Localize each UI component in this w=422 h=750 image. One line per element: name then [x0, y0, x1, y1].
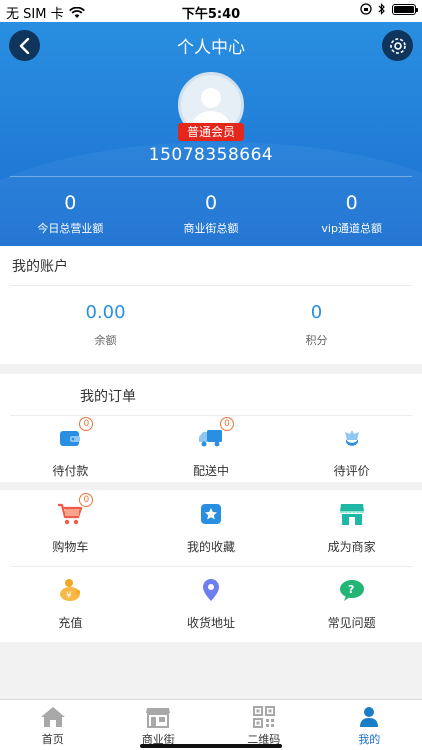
- my-account-section: 我的账户 0.00 余额 0 积分: [0, 246, 422, 364]
- review-icon: [344, 430, 359, 446]
- become-merchant-entry[interactable]: 成为商家: [281, 500, 422, 555]
- home-icon: [40, 707, 65, 727]
- tab-home[interactable]: 首页: [0, 700, 106, 750]
- member-level-badge: 普通会员: [178, 123, 244, 141]
- battery-icon: [392, 3, 418, 15]
- favorites-icon: [201, 504, 221, 524]
- delivery-truck-icon: [199, 430, 222, 447]
- stat-street-total[interactable]: 0 商业街总额: [141, 192, 282, 236]
- qr-code-icon: [252, 706, 275, 728]
- shipping-address-entry[interactable]: 收货地址: [141, 576, 282, 631]
- revenue-stats: 0 今日总营业额 0 商业街总额 0 vip通道总额: [0, 192, 422, 236]
- tab-mine[interactable]: 我的: [317, 700, 422, 750]
- tab-shop-street[interactable]: 商业街: [106, 700, 212, 750]
- favorites-entry[interactable]: 我的收藏: [141, 500, 282, 555]
- services-grid: 0 购物车 我的收藏 成为商家 ¥ 充值 收货地址 ? 常见问题: [0, 490, 422, 642]
- recharge-entry[interactable]: ¥ 充值: [0, 576, 141, 631]
- section-title[interactable]: 我的订单: [80, 386, 136, 406]
- profile-header: 个人中心 普通会员 15078358664 0 今日总营业额 0 商业街总额 0…: [0, 22, 422, 246]
- points-item[interactable]: 0 积分: [211, 302, 422, 348]
- shop-street-icon: [146, 708, 171, 728]
- page-title: 个人中心: [177, 38, 245, 58]
- order-delivering[interactable]: 0 配送中: [141, 417, 282, 479]
- order-pending-payment[interactable]: 0 待付款: [0, 417, 141, 479]
- bluetooth-icon: [378, 3, 385, 15]
- status-time: 下午5:40: [181, 7, 241, 22]
- phone-number: 15078358664: [148, 145, 274, 165]
- stat-today-revenue[interactable]: 0 今日总营业额: [0, 192, 141, 236]
- store-icon: [339, 504, 364, 525]
- gear-icon: [389, 37, 406, 54]
- settings-button[interactable]: [382, 30, 413, 61]
- piggy-bank-icon: ¥: [60, 579, 81, 601]
- bottom-tab-bar: 首页 商业街 二维码 我的: [0, 699, 422, 750]
- shopping-cart-icon: [58, 503, 83, 525]
- count-badge: 0: [220, 417, 234, 431]
- location-pin-icon: [203, 579, 219, 601]
- tab-qr-code[interactable]: 二维码: [211, 700, 317, 750]
- status-bar: 无 SIM 卡 下午5:40: [0, 0, 422, 22]
- faq-icon: ?: [339, 580, 364, 601]
- count-badge: 0: [79, 417, 94, 431]
- count-badge: 0: [79, 493, 94, 507]
- stat-vip-total[interactable]: 0 vip通道总额: [281, 192, 422, 236]
- faq-entry[interactable]: ? 常见问题: [281, 576, 422, 631]
- orientation-lock-icon: [360, 3, 372, 15]
- shopping-cart-entry[interactable]: 0 购物车: [0, 493, 141, 555]
- user-icon: [360, 707, 379, 727]
- balance-item[interactable]: 0.00 余额: [0, 302, 211, 348]
- svg-text:?: ?: [348, 583, 354, 596]
- svg-text:¥: ¥: [66, 591, 72, 601]
- home-indicator: [140, 744, 282, 748]
- wallet-icon: [60, 431, 81, 446]
- section-title: 我的账户: [12, 259, 68, 275]
- my-orders-section: 我的订单 0 待付款 0 配送中 待评价: [0, 374, 422, 482]
- order-to-review[interactable]: 待评价: [281, 424, 422, 479]
